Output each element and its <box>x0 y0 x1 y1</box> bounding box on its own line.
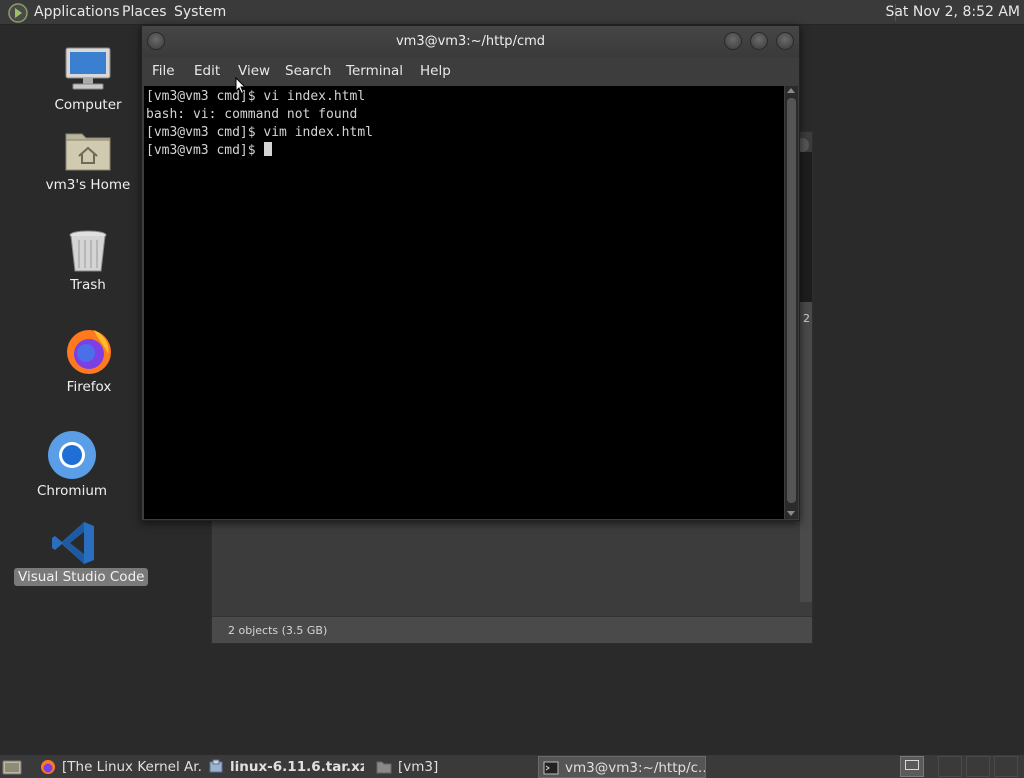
desktop-icon-label: Firefox <box>66 379 112 395</box>
menu-help[interactable]: Help <box>420 57 451 85</box>
taskbar-item-label: [vm3] <box>398 759 439 775</box>
scroll-down-arrow-icon[interactable] <box>787 511 795 516</box>
workspace-4[interactable] <box>994 756 1018 777</box>
top-panel: Applications Places System Sat Nov 2, 8:… <box>0 0 1024 25</box>
desktop-icon-label: Chromium <box>36 483 108 499</box>
file-manager-partial-label: 2 <box>803 312 810 325</box>
scroll-up-arrow-icon[interactable] <box>787 88 795 93</box>
menu-file[interactable]: File <box>152 57 175 85</box>
taskbar-item[interactable]: [vm3] <box>372 756 532 778</box>
show-desktop-icon[interactable] <box>2 758 22 776</box>
desktop-icon-label: Visual Studio Code <box>14 568 149 586</box>
menu-search[interactable]: Search <box>285 57 331 85</box>
terminal-scrollbar[interactable] <box>785 86 798 519</box>
taskbar-item-label: vm3@vm3:~/http/c... <box>565 760 706 776</box>
terminal-icon <box>543 761 559 775</box>
text-cursor <box>264 142 273 156</box>
taskbar: [The Linux Kernel Ar... linux-6.11.6.tar… <box>0 754 1024 778</box>
taskbar-item-label: [The Linux Kernel Ar... <box>62 759 202 775</box>
terminal-line: [vm3@vm3 cmd]$ vim index.html <box>146 125 373 140</box>
window-title: vm3@vm3:~/http/cmd <box>395 34 546 49</box>
workspace-3[interactable] <box>966 756 990 777</box>
taskbar-item-label: linux-6.11.6.tar.xz <box>230 759 364 775</box>
menu-places[interactable]: Places <box>122 0 167 25</box>
vscode-icon <box>52 522 94 564</box>
taskbar-item[interactable]: [The Linux Kernel Ar... <box>36 756 202 778</box>
archive-icon <box>209 759 223 773</box>
mouse-pointer-icon <box>235 77 247 95</box>
terminal-window[interactable]: vm3@vm3:~/http/cmd File Edit View Search… <box>141 25 800 521</box>
applications-logo-icon[interactable] <box>8 3 28 23</box>
desktop-icon-label: vm3's Home <box>45 177 131 193</box>
menu-terminal[interactable]: Terminal <box>346 57 403 85</box>
workspace-1[interactable] <box>900 756 924 777</box>
taskbar-item-active[interactable]: vm3@vm3:~/http/c... <box>538 756 706 778</box>
terminal-line: bash: vi: command not found <box>146 107 358 122</box>
desktop-icon-computer[interactable]: Computer <box>28 44 148 114</box>
desktop-icon-label: Computer <box>54 97 122 113</box>
firefox-icon <box>67 330 111 374</box>
maximize-button[interactable] <box>750 32 768 50</box>
desktop-icon-label: Trash <box>70 277 106 293</box>
scrollbar-thumb[interactable] <box>787 98 796 503</box>
menu-applications[interactable]: Applications <box>34 0 120 25</box>
chromium-icon <box>48 431 96 479</box>
close-button[interactable] <box>776 32 794 50</box>
folder-icon <box>376 761 392 774</box>
terminal-prompt: [vm3@vm3 cmd]$ <box>146 143 264 158</box>
file-manager-scrollbar[interactable] <box>800 302 812 602</box>
taskbar-item[interactable]: linux-6.11.6.tar.xz <box>204 756 364 778</box>
home-folder-icon <box>65 133 111 171</box>
firefox-icon <box>41 760 55 774</box>
menu-edit[interactable]: Edit <box>194 57 220 85</box>
file-manager-pane <box>800 152 812 302</box>
trash-icon <box>69 230 107 272</box>
desktop-icon-trash[interactable]: Trash <box>28 228 148 294</box>
terminal-prompt-line[interactable]: [vm3@vm3 cmd]$ <box>146 142 784 160</box>
minimize-button[interactable] <box>724 32 742 50</box>
desktop-icon-vscode[interactable]: Visual Studio Code <box>14 520 149 586</box>
workspace-window-preview <box>905 760 919 770</box>
computer-icon <box>65 47 111 90</box>
terminal-output[interactable]: [vm3@vm3 cmd]$ vi index.html bash: vi: c… <box>144 86 784 519</box>
workspace-2[interactable] <box>938 756 962 777</box>
desktop-icon-home[interactable]: vm3's Home <box>28 126 148 194</box>
desktop-icon-chromium[interactable]: Chromium <box>12 430 132 500</box>
clock[interactable]: Sat Nov 2, 8:52 AM <box>885 0 1020 25</box>
file-manager-statusbar: 2 objects (3.5 GB) <box>212 616 812 643</box>
menu-system[interactable]: System <box>174 0 226 25</box>
desktop-icon-firefox[interactable]: Firefox <box>29 326 149 396</box>
terminal-titlebar[interactable]: vm3@vm3:~/http/cmd <box>142 26 799 57</box>
